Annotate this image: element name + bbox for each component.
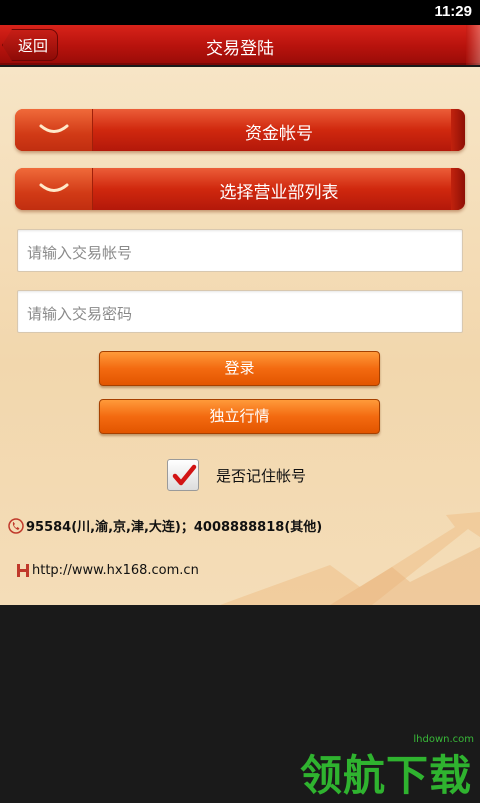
chevron-down-icon <box>39 124 68 133</box>
service-hotline: 95584(川,渝,京,津,大连)；4008888818(其他) <box>8 516 322 535</box>
login-button[interactable]: 登录 <box>99 351 380 386</box>
website-link[interactable]: http://www.hx168.com.cn <box>16 562 199 578</box>
status-bar: 11:29 <box>0 0 480 25</box>
title-bar-edge <box>466 25 480 65</box>
company-logo-icon <box>17 564 29 577</box>
market-quotes-button[interactable]: 独立行情 <box>99 399 380 434</box>
title-bar: 返回 交易登陆 <box>0 25 480 65</box>
password-input[interactable]: 请输入交易密码 <box>17 290 463 333</box>
watermark: lhdown.com 领航下载 <box>300 734 480 800</box>
checkmark-icon <box>172 464 197 486</box>
fund-account-label: 资金帐号 <box>245 124 313 144</box>
dropdown-toggle[interactable] <box>15 109 93 151</box>
hotline-text: 95584(川,渝,京,津,大连)；4008888818(其他) <box>26 520 323 535</box>
selector-endcap <box>451 109 465 151</box>
account-input[interactable]: 请输入交易帐号 <box>17 229 463 272</box>
chevron-down-icon <box>39 183 68 192</box>
remember-account-checkbox[interactable] <box>167 459 199 491</box>
dropdown-toggle[interactable] <box>15 168 93 210</box>
page-title: 交易登陆 <box>206 39 274 59</box>
watermark-text: 领航下载 <box>300 751 473 800</box>
login-panel: 资金帐号 选择营业部列表 请输入交易帐号 请输入交易密码 登录 独立行情 是否记… <box>0 67 480 605</box>
phone-icon <box>8 517 24 534</box>
status-time: 11:29 <box>434 3 472 20</box>
branch-list-selector[interactable]: 选择营业部列表 <box>15 168 465 210</box>
branch-list-label: 选择营业部列表 <box>219 183 339 203</box>
remember-account-label: 是否记住帐号 <box>216 467 307 485</box>
website-text[interactable]: http://www.hx168.com.cn <box>32 563 199 578</box>
fund-account-selector[interactable]: 资金帐号 <box>15 109 465 151</box>
selector-endcap <box>451 168 465 210</box>
